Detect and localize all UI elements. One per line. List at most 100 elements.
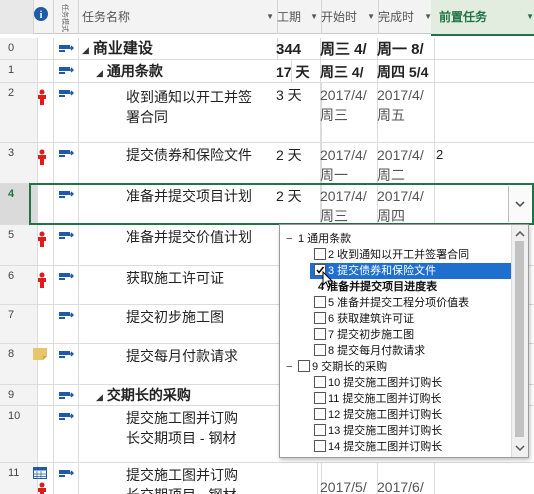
checkbox[interactable] [314,248,326,261]
predecessor-option[interactable]: − 9 交期长的采购 [286,359,512,375]
scroll-thumb[interactable] [515,241,524,437]
predecessor-dropdown-button[interactable] [508,186,530,222]
finish-date: 2017/4/ [377,147,424,163]
task-mode-icon [59,232,74,239]
predecessors-header[interactable]: 前置任务 ▼ [431,0,534,36]
start-header-label: 开始时 [321,10,358,24]
table-row[interactable]: 2 收到通知以开工并签 署合同 3 天 2017/4/ 周三 2017/4/ 周… [0,83,534,143]
finish-cell[interactable]: 2017/4/ 周五 [374,83,435,142]
predecessor-option-label: 12 提交施工图并订购长 [328,409,443,421]
indicator-cell [29,463,54,494]
checkbox[interactable] [314,408,326,421]
task-name: 准备并提交价值计划 [126,229,252,245]
start-cell[interactable]: 2017/4/ 周一 [317,143,378,183]
finish-cell[interactable]: 周一 8/ [374,38,435,59]
predecessor-option[interactable]: 8 提交每月付款请求 [314,343,508,359]
checkbox[interactable] [314,312,326,325]
predecessor-dropdown-list[interactable]: −1 通用条款 2 收到通知以开工并签署合同 3 提交债券和保险文件 4 准备并提交项… [279,224,529,458]
finish-cell[interactable]: 2017/6/ [374,463,435,494]
task-name-cell[interactable]: ◢ 商业建设 [78,38,278,59]
predecessor-cell[interactable] [431,463,534,494]
duration-cell[interactable] [273,463,318,494]
chevron-down-icon[interactable]: ▼ [526,0,534,34]
calendar-icon [33,467,47,479]
duration-header[interactable]: 工期 ▼ [273,0,322,34]
predecessor-option-label: 2 收到通知以开工并签署合同 [328,249,470,261]
finish-header[interactable]: 完成时 ▼ [374,0,436,34]
collapse-triangle-icon[interactable]: ◢ [96,392,103,402]
table-row[interactable]: 1 ◢ 通用条款 17 天 周三 4/ 周四 5/4 [0,60,534,83]
start-cell[interactable]: 2017/5/ [317,463,378,494]
checkbox[interactable] [314,392,326,405]
collapse-triangle-icon[interactable]: ◢ [82,45,89,55]
task-name: 通用条款 [106,63,163,79]
task-mode-icon [59,67,74,74]
checkbox[interactable] [314,424,326,437]
task-name-cell[interactable]: ◢ 通用条款 [78,60,292,82]
predecessor-option[interactable]: 12 提交施工图并订购长 [314,407,508,423]
start-cell[interactable]: 周三 4/ [317,60,378,82]
task-name: 提交初步施工图 [126,309,224,325]
checkbox[interactable] [314,328,326,341]
finish-header-label: 完成时 [378,10,415,24]
task-mode-header-label: 任务模式 [61,4,70,32]
predecessors-header-label: 前置任务 [439,10,488,24]
predecessor-option-label: 4 准备并提交项目进度表 [318,281,438,293]
indicators-header[interactable]: i [29,0,54,34]
task-mode-header[interactable]: 任务模式 [53,0,79,34]
info-icon: i [34,7,48,21]
predecessor-option[interactable]: 2 收到通知以开工并签署合同 [314,247,508,263]
finish-cell[interactable]: 2017/4/ 周二 [374,143,435,183]
finish-date: 2017/4/ [377,87,424,103]
predecessor-option[interactable]: −1 通用条款 [286,231,512,247]
start-cell[interactable]: 2017/4/ 周三 [317,83,378,142]
predecessor-option[interactable]: 11 提交施工图并订购长 [314,391,508,407]
duration-cell[interactable]: 2 天 [273,143,321,183]
mode-cell [53,38,79,59]
task-name: 交期长的采购 [106,387,191,403]
checkbox[interactable] [314,296,326,309]
table-row[interactable]: 11 提交施工图并订购 长交期项目 - 钢材 2017/5/ 2017/6/ [0,463,534,494]
task-name-cell[interactable]: ◢ 交期长的采购 [78,385,296,405]
collapse-toggle-icon[interactable]: − [286,231,296,247]
predecessor-option[interactable]: 14 提交施工图并订购长 [314,439,508,455]
scrollbar[interactable] [511,225,528,457]
predecessor-option[interactable]: 5 准备并提交工程分项价值表 [314,295,508,311]
duration-cell[interactable]: 17 天 [273,60,321,82]
checkbox[interactable] [314,376,326,389]
task-mode-icon [59,392,74,399]
checkbox[interactable] [298,360,310,373]
start-header[interactable]: 开始时 ▼ [317,0,379,34]
predecessor-cell[interactable] [431,38,534,59]
checkbox[interactable] [314,440,326,453]
predecessor-option[interactable]: 13 提交施工图并订购长 [314,423,508,439]
predecessor-option[interactable]: 4 准备并提交项目进度表 [314,279,508,295]
collapse-triangle-icon[interactable]: ◢ [96,68,103,78]
duration-cell[interactable]: 3 天 [273,83,321,142]
start-cell[interactable]: 周三 4/ [317,38,378,59]
task-name-header-label: 任务名称 [82,10,131,24]
predecessor-option[interactable]: 10 提交施工图并订购长 [314,375,508,391]
predecessor-option[interactable]: 3 提交债券和保险文件 [310,263,516,279]
predecessor-option-label: 8 提交每月付款请求 [328,345,426,357]
predecessor-option[interactable]: 7 提交初步施工图 [314,327,508,343]
finish-cell[interactable]: 周四 5/4 [374,60,435,82]
chevron-down-icon[interactable] [509,186,531,222]
duration-cell[interactable]: 344 天 [273,38,321,59]
info-glyph: i [40,10,43,21]
scroll-down-icon[interactable] [512,441,528,455]
predecessor-cell[interactable] [431,83,534,142]
collapse-toggle-icon[interactable]: − [286,359,296,375]
table-row[interactable]: 0 ◢商业建设 344 天 周三 4/ 周一 8/ [0,38,534,60]
finish-weekday: 周二 [377,167,405,183]
checkbox[interactable] [314,344,326,357]
note-icon[interactable] [33,348,47,360]
predecessor-cell[interactable]: 2 [431,143,534,183]
predecessor-option-label: 11 提交施工图并订购长 [328,393,442,405]
predecessor-option[interactable]: 6 获取建筑许可证 [314,311,508,327]
task-name-header[interactable]: 任务名称 ▼ [78,0,278,34]
table-row[interactable]: 3 提交债券和保险文件 2 天 2017/4/ 周一 2017/4/ 周二 2 [0,143,534,184]
predecessor-option-label: 6 获取建筑许可证 [328,313,415,325]
predecessor-cell[interactable] [431,60,534,82]
scroll-up-icon[interactable] [512,227,528,241]
